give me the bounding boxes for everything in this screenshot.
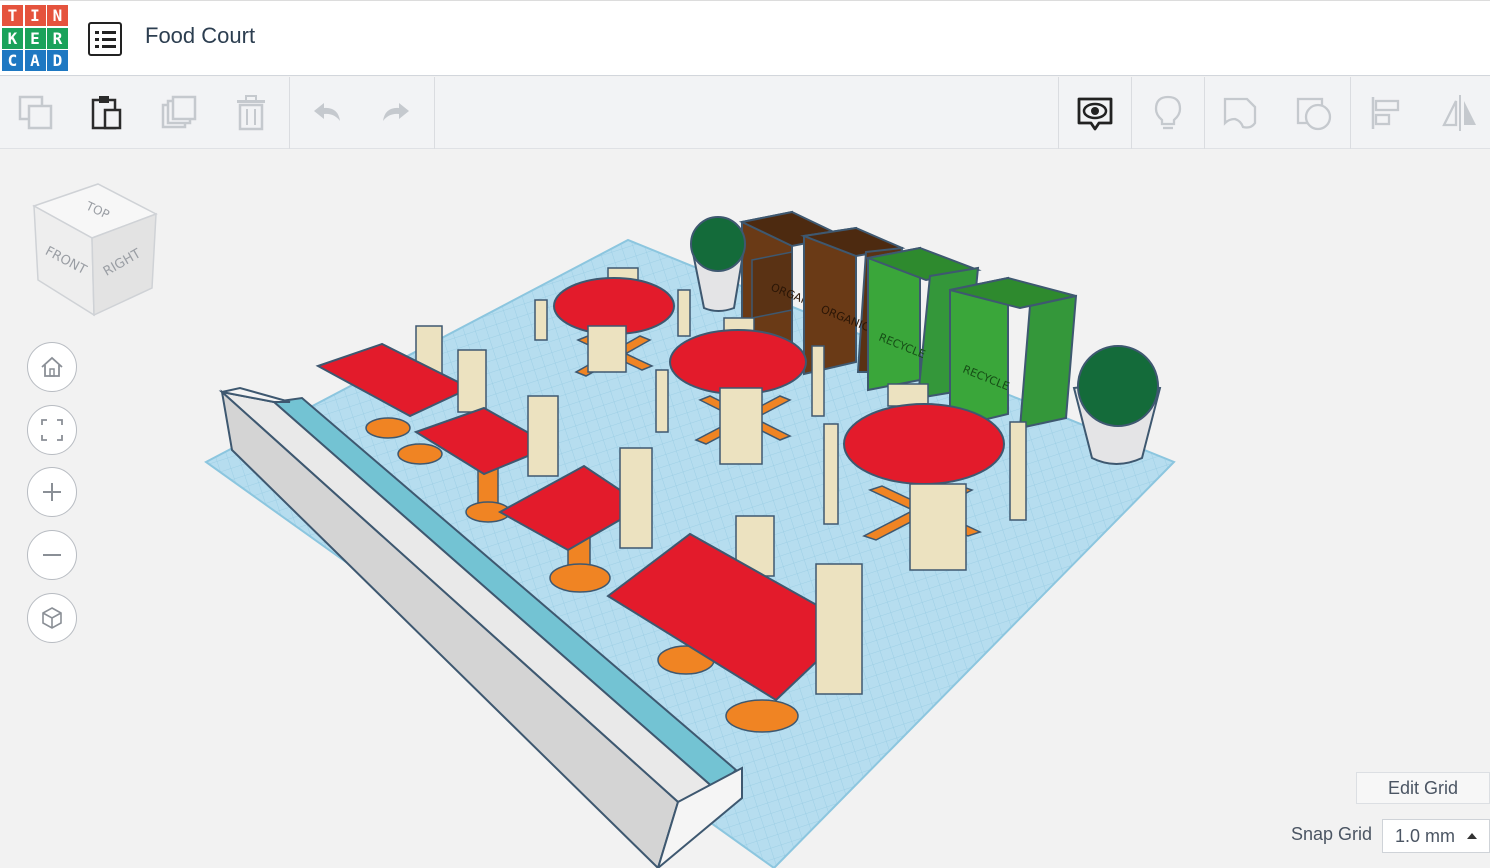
snap-grid-select[interactable]: 1.0 mm (1382, 819, 1490, 853)
top-bar: T I N K E R C A D Food Court (0, 0, 1490, 76)
toolbar (0, 77, 1490, 149)
snap-grid-value: 1.0 mm (1395, 825, 1456, 846)
snap-grid-label: Snap Grid (1291, 824, 1373, 844)
undo-icon[interactable] (290, 77, 362, 149)
align-icon[interactable] (1351, 77, 1423, 149)
logo-letter: R (47, 27, 68, 49)
logo-letter: D (47, 50, 68, 71)
redo-icon[interactable] (361, 77, 433, 149)
logo-letter: C (2, 50, 23, 71)
mirror-icon[interactable] (1424, 77, 1490, 149)
logo-letter: T (2, 5, 23, 26)
show-all-icon[interactable] (1059, 77, 1131, 149)
logo-letter: N (47, 5, 68, 26)
duplicate-icon[interactable] (143, 77, 215, 149)
copy-icon[interactable] (0, 77, 72, 149)
workplane-scene[interactable]: ORGANIC ORGANIC RECYCLE RECYCLE (0, 150, 1200, 868)
design-title[interactable]: Food Court (145, 23, 255, 49)
paste-icon[interactable] (70, 77, 142, 149)
logo-letter: E (24, 27, 46, 49)
delete-icon[interactable] (215, 77, 287, 149)
edit-grid-button[interactable]: Edit Grid (1356, 772, 1490, 804)
design-list-icon[interactable] (88, 22, 122, 56)
tinkercad-logo[interactable]: T I N K E R C A D (2, 5, 70, 73)
logo-letter: A (24, 50, 46, 71)
logo-letter: I (24, 5, 46, 26)
chevron-up-icon (1467, 833, 1477, 839)
light-bulb-icon[interactable] (1132, 77, 1204, 149)
toolbar-separator (434, 77, 435, 149)
group-icon[interactable] (1278, 77, 1350, 149)
logo-letter: K (2, 27, 23, 49)
notes-icon[interactable] (1205, 77, 1277, 149)
